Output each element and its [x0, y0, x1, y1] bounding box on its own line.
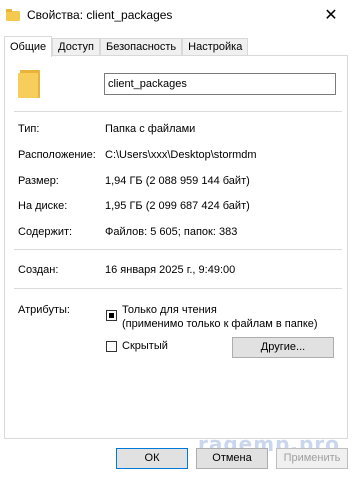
readonly-sublabel: (применимо только к файлам в папке) — [122, 318, 318, 330]
size-label: Размер: — [18, 175, 59, 187]
cancel-button[interactable]: Отмена — [196, 448, 268, 469]
type-label: Тип: — [18, 123, 40, 135]
apply-button[interactable]: Применить — [276, 448, 348, 469]
contains-label: Содержит: — [18, 226, 73, 238]
title-bar: Свойства: client_packages ✕ — [0, 0, 354, 30]
tab-security[interactable]: Безопасность — [99, 38, 183, 56]
ondisk-value: 1,95 ГБ (2 099 687 424 байт) — [105, 200, 250, 212]
created-label: Создан: — [18, 264, 59, 276]
folder-icon — [6, 9, 20, 21]
divider — [14, 111, 342, 112]
close-icon[interactable]: ✕ — [308, 0, 354, 30]
type-value: Папка с файлами — [105, 123, 196, 135]
contains-value: Файлов: 5 605; папок: 383 — [105, 226, 238, 238]
readonly-checkbox[interactable] — [106, 310, 117, 321]
location-value: C:\Users\xxx\Desktop\stormdm — [105, 149, 257, 161]
ondisk-label: На диске: — [18, 200, 68, 212]
window-title: Свойства: client_packages — [27, 8, 173, 22]
hidden-checkbox[interactable] — [106, 341, 117, 352]
hidden-label: Скрытый — [122, 340, 168, 352]
folder-name-input[interactable] — [104, 73, 336, 95]
created-value: 16 января 2025 г., 9:49:00 — [105, 264, 236, 276]
general-panel — [4, 55, 348, 439]
divider — [14, 288, 342, 289]
attributes-label: Атрибуты: — [18, 304, 70, 316]
folder-large-icon — [18, 70, 40, 98]
ok-button[interactable]: ОК — [116, 448, 188, 469]
tab-sharing[interactable]: Доступ — [52, 38, 100, 56]
tab-general[interactable]: Общие — [4, 36, 53, 57]
location-label: Расположение: — [18, 149, 96, 161]
size-value: 1,94 ГБ (2 088 959 144 байт) — [105, 175, 250, 187]
other-attributes-button[interactable]: Другие... — [232, 337, 334, 358]
tab-customize[interactable]: Настройка — [182, 38, 249, 56]
readonly-label: Только для чтения — [122, 304, 217, 316]
tab-bar: Общие Доступ Безопасность Настройка — [4, 36, 249, 57]
divider — [14, 249, 342, 250]
